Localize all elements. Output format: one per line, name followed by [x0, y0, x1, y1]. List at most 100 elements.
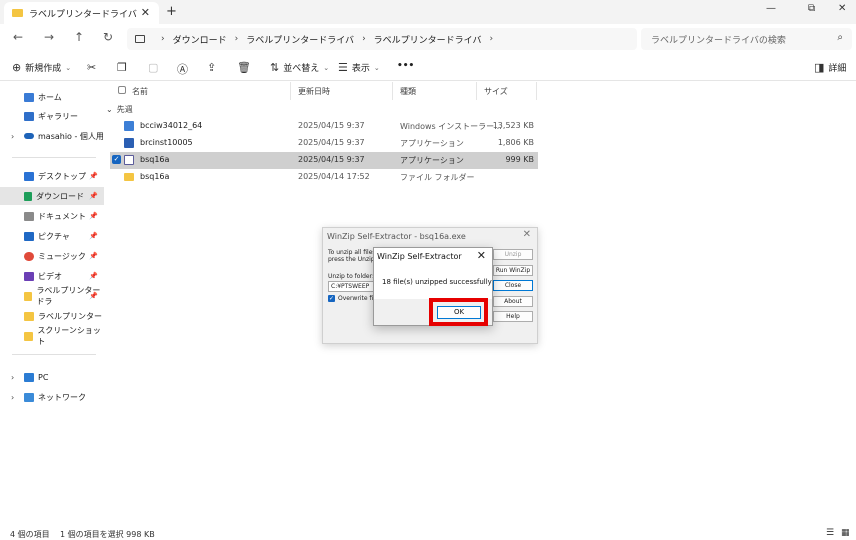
- search-icon: ⌕: [837, 32, 843, 43]
- close-button[interactable]: Close: [493, 280, 533, 291]
- sidebar-item-label: スクリーンショット: [37, 326, 101, 346]
- file-size: 1,806 KB: [497, 138, 534, 147]
- chevron-right-icon: ›: [489, 34, 494, 44]
- group-header-last-week[interactable]: ⌄ 先週: [106, 104, 133, 115]
- view-button[interactable]: ☰ 表示 ⌄: [338, 61, 380, 74]
- sidebar-item-label: ネットワーク: [38, 392, 86, 402]
- instruction-line-2: press the Unzip: [328, 256, 375, 263]
- document-icon: [24, 211, 34, 221]
- breadcrumb-downloads[interactable]: ダウンロード: [173, 33, 227, 46]
- sidebar-item-music[interactable]: ミュージック 📌: [0, 247, 104, 265]
- sidebar-item-label-printer-1[interactable]: ラベルプリンタードラ 📌: [0, 286, 104, 306]
- navigation-pane: ホーム ギャラリー › masahio - 個人用 デスクトップ 📌 ダウンロー…: [0, 82, 104, 522]
- table-row[interactable]: brcinst10005 2025/04/15 9:37 アプリケーション 1,…: [110, 135, 538, 152]
- command-bar: ⊕ 新規作成 ⌄ ✂ ❐ ▢ Ⓐ ⇪ 🗑 ⇅ 並べ替え ⌄ ☰ 表示 ⌄ •••…: [0, 55, 856, 81]
- back-button[interactable]: ←: [13, 30, 23, 44]
- maximize-button[interactable]: ⧉: [808, 3, 815, 14]
- pin-icon: 📌: [89, 192, 98, 200]
- unzip-button[interactable]: Unzip: [493, 249, 533, 260]
- column-divider[interactable]: [476, 82, 477, 100]
- column-header-date[interactable]: 更新日時: [298, 86, 330, 97]
- breadcrumb-label-driver-1[interactable]: ラベルプリンタードライバ: [246, 33, 354, 46]
- search-placeholder: ラベルプリンタードライバの検索: [651, 35, 786, 46]
- column-header-name[interactable]: 名前: [132, 86, 148, 97]
- rename-icon[interactable]: Ⓐ: [177, 61, 192, 77]
- sidebar-item-label: ラベルプリンタードライバ: [38, 311, 102, 321]
- ok-button[interactable]: OK: [437, 306, 481, 319]
- file-name: bcciw34012_64: [140, 121, 203, 130]
- tiles-view-icon[interactable]: ▦: [841, 528, 850, 538]
- chevron-right-icon: ›: [11, 372, 15, 382]
- close-icon[interactable]: ✕: [141, 6, 150, 19]
- unzip-folder-field[interactable]: C:¥PTSWEEP: [328, 281, 376, 292]
- close-icon[interactable]: ✕: [477, 249, 486, 262]
- trash-icon[interactable]: 🗑: [237, 61, 255, 74]
- folder-icon: [12, 9, 23, 17]
- search-input[interactable]: ラベルプリンタードライバの検索 ⌕: [641, 28, 852, 50]
- table-row[interactable]: bsq16a 2025/04/14 17:52 ファイル フォルダー: [110, 169, 538, 186]
- breadcrumb-label-driver-2[interactable]: ラベルプリンタードライバ: [374, 33, 482, 46]
- file-name: brcinst10005: [140, 138, 193, 147]
- column-header-type[interactable]: 種類: [400, 86, 416, 97]
- overwrite-checkbox[interactable]: ✓: [328, 295, 335, 302]
- select-all-checkbox[interactable]: [118, 86, 126, 94]
- refresh-button[interactable]: ↻: [103, 30, 113, 44]
- table-row[interactable]: ✓ bsq16a 2025/04/15 9:37 アプリケーション 999 KB: [110, 152, 538, 169]
- sidebar-item-onedrive[interactable]: › masahio - 個人用: [0, 127, 104, 145]
- run-winzip-button[interactable]: Run WinZip: [493, 265, 533, 276]
- sidebar-item-label-printer-2[interactable]: ラベルプリンタードライバ: [0, 307, 104, 325]
- column-header-size[interactable]: サイズ: [484, 86, 508, 97]
- column-divider[interactable]: [536, 82, 537, 100]
- sidebar-item-pc[interactable]: › PC: [0, 368, 104, 386]
- file-name: bsq16a: [140, 172, 170, 181]
- sidebar-item-label: ピクチャ: [38, 231, 70, 241]
- sidebar-item-home[interactable]: ホーム: [0, 88, 104, 106]
- column-divider[interactable]: [392, 82, 393, 100]
- sidebar-item-gallery[interactable]: ギャラリー: [0, 107, 104, 125]
- minimize-button[interactable]: —: [766, 3, 776, 14]
- sidebar-item-documents[interactable]: ドキュメント 📌: [0, 207, 104, 225]
- pin-icon: 📌: [89, 252, 98, 260]
- paste-icon[interactable]: ▢: [148, 61, 162, 74]
- sidebar-item-screenshots[interactable]: スクリーンショット: [0, 326, 104, 346]
- sidebar-item-downloads[interactable]: ダウンロード 📌: [0, 187, 104, 205]
- about-button[interactable]: About: [493, 296, 533, 307]
- sidebar-item-pictures[interactable]: ピクチャ 📌: [0, 227, 104, 245]
- sidebar-item-network[interactable]: › ネットワーク: [0, 388, 104, 406]
- sidebar-item-label: デスクトップ: [38, 171, 86, 181]
- forward-button[interactable]: →: [44, 30, 54, 44]
- dialog-title: WinZip Self-Extractor - bsq16a.exe: [327, 232, 466, 241]
- sort-button[interactable]: ⇅ 並べ替え ⌄: [270, 61, 329, 74]
- share-icon[interactable]: ⇪: [207, 61, 220, 74]
- row-checkbox[interactable]: ✓: [112, 155, 121, 164]
- sidebar-item-videos[interactable]: ビデオ 📌: [0, 267, 104, 285]
- pin-icon: 📌: [89, 232, 98, 240]
- cut-icon[interactable]: ✂: [87, 61, 100, 74]
- chevron-right-icon: ›: [11, 131, 15, 141]
- help-button[interactable]: Help: [493, 311, 533, 322]
- new-button[interactable]: ⊕ 新規作成 ⌄: [12, 61, 71, 74]
- up-button[interactable]: ↑: [74, 30, 84, 44]
- file-type: アプリケーション: [400, 139, 464, 148]
- column-divider[interactable]: [290, 82, 291, 100]
- sidebar-item-desktop[interactable]: デスクトップ 📌: [0, 167, 104, 185]
- file-size: 999 KB: [505, 155, 534, 164]
- chevron-down-icon: ⌄: [323, 63, 330, 72]
- details-pane-button[interactable]: ◨ 詳細: [814, 61, 846, 74]
- copy-icon[interactable]: ❐: [117, 61, 131, 74]
- sidebar-item-label: ミュージック: [38, 251, 86, 261]
- network-icon: [24, 392, 34, 402]
- chevron-right-icon: ›: [234, 34, 239, 44]
- tab-label-printer-driver[interactable]: ラベルプリンタードライバ ✕: [4, 2, 159, 24]
- new-tab-button[interactable]: +: [166, 4, 177, 19]
- address-bar[interactable]: › ダウンロード › ラベルプリンタードライバ › ラベルプリンタードライバ ›: [127, 28, 637, 50]
- sidebar-item-label: ビデオ: [38, 271, 62, 281]
- details-view-icon[interactable]: ☰: [826, 528, 834, 538]
- tab-label: ラベルプリンタードライバ: [29, 9, 137, 20]
- more-options-button[interactable]: •••: [397, 61, 414, 71]
- table-row[interactable]: bcciw34012_64 2025/04/15 9:37 Windows イン…: [110, 118, 538, 135]
- window-close-button[interactable]: ✕: [838, 3, 846, 14]
- close-icon[interactable]: ✕: [523, 229, 531, 240]
- sidebar-item-label: ドキュメント: [38, 211, 86, 221]
- file-type: アプリケーション: [400, 156, 464, 165]
